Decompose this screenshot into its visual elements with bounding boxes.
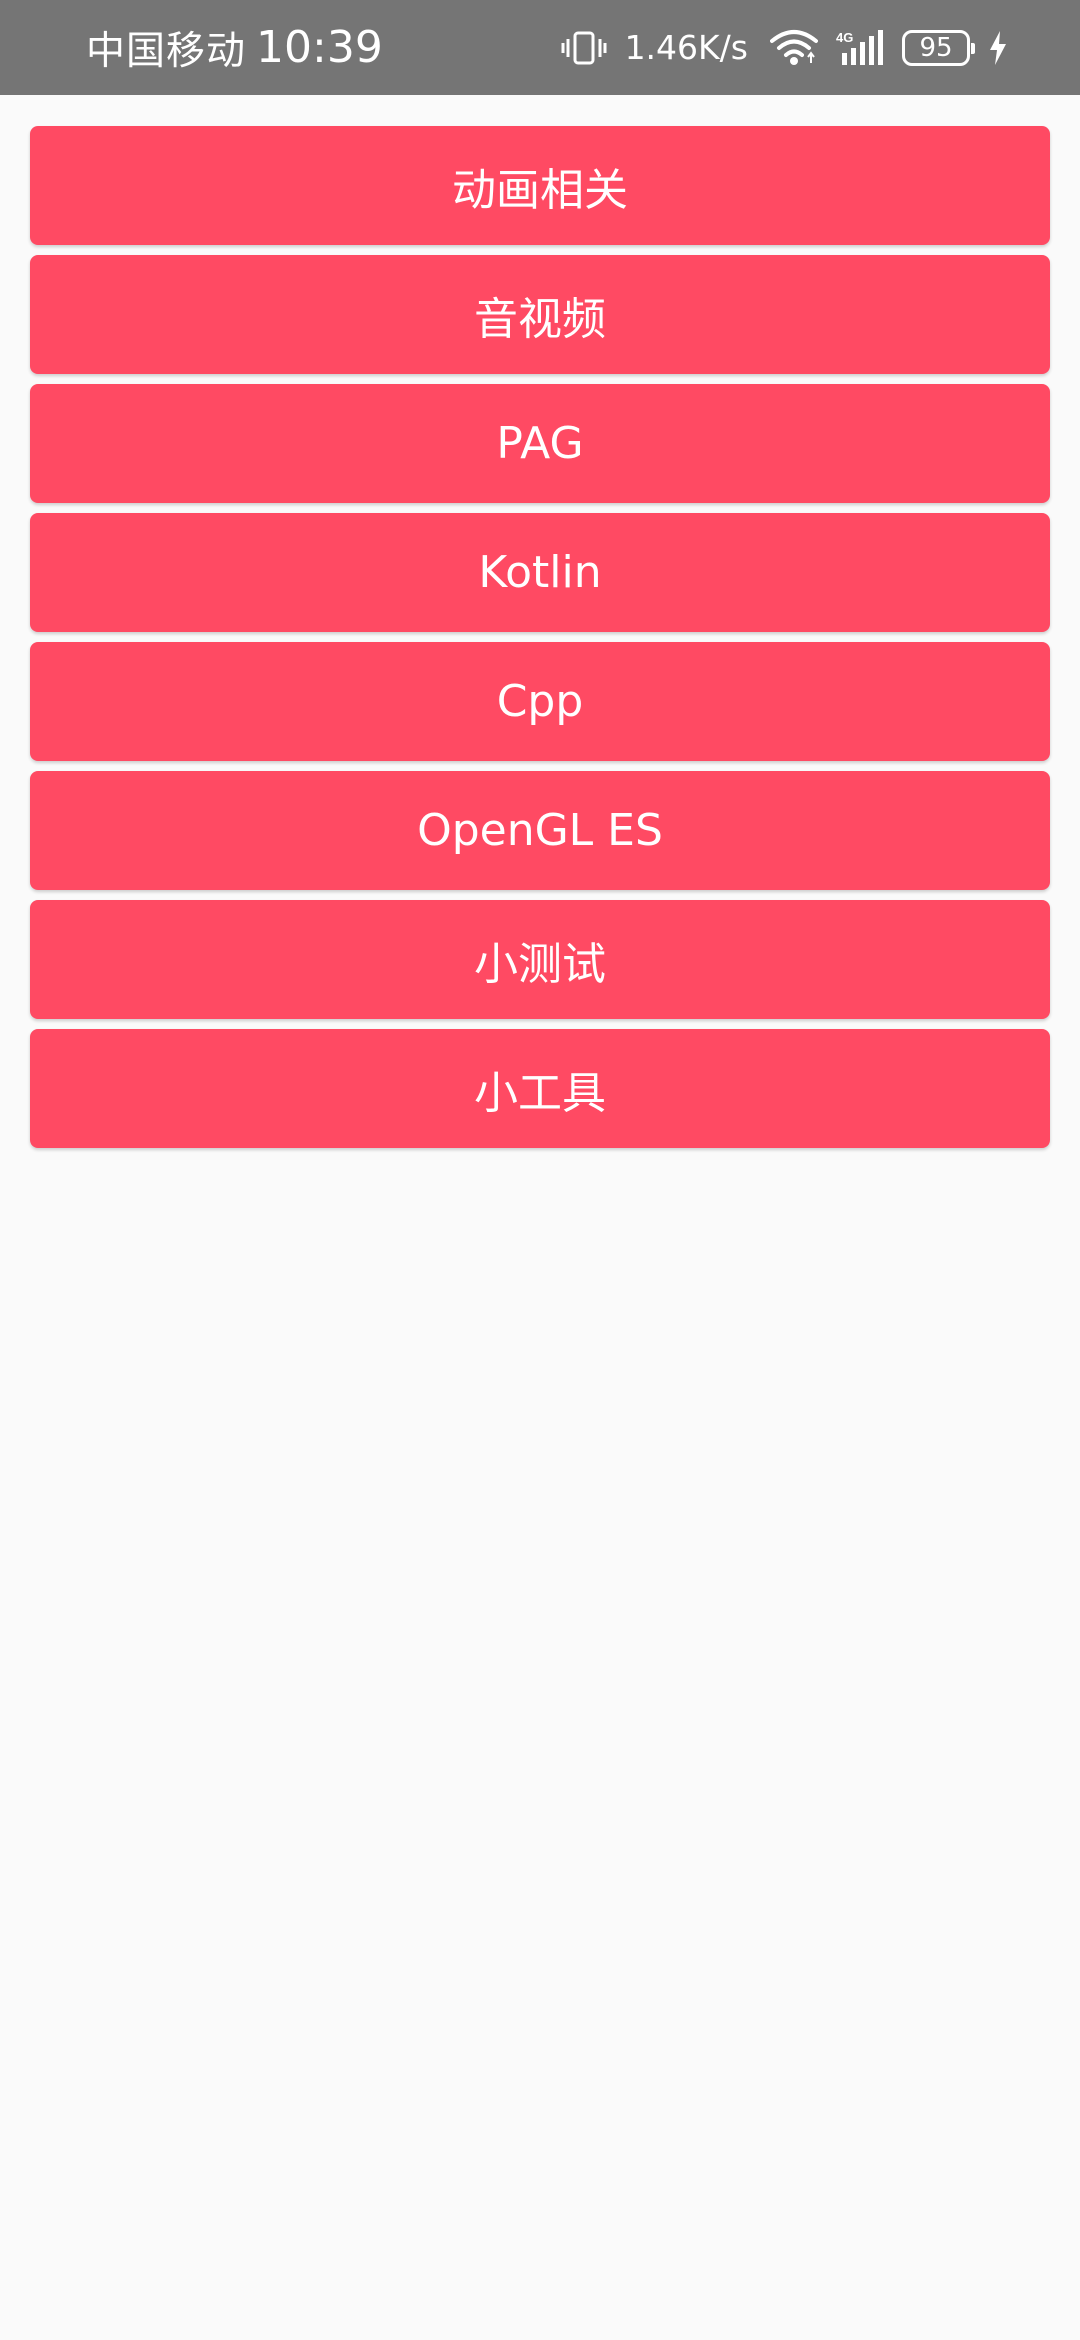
- wifi-icon: [770, 29, 818, 67]
- small-tools-button[interactable]: 小工具: [30, 1029, 1050, 1148]
- kotlin-button[interactable]: Kotlin: [30, 513, 1050, 632]
- status-left: 中国移动 10:39: [86, 0, 383, 95]
- pag-button[interactable]: PAG: [30, 384, 1050, 503]
- cellular-signal-icon: 4G: [836, 29, 884, 67]
- audio-video-button[interactable]: 音视频: [30, 255, 1050, 374]
- battery-level: 95: [919, 32, 953, 63]
- cpp-button[interactable]: Cpp: [30, 642, 1050, 761]
- battery-icon: 95: [902, 29, 975, 66]
- status-bar: 中国移动 10:39 1.46K/s 4G 95: [0, 0, 1080, 95]
- carrier-name: 中国移动: [86, 28, 247, 74]
- main-menu: 动画相关 音视频 PAG Kotlin Cpp OpenGL ES 小测试 小工…: [30, 126, 1050, 1158]
- vibrate-icon: [561, 30, 607, 66]
- opengl-es-button[interactable]: OpenGL ES: [30, 771, 1050, 890]
- small-test-button[interactable]: 小测试: [30, 900, 1050, 1019]
- animation-button[interactable]: 动画相关: [30, 126, 1050, 245]
- network-type-label: 4G: [836, 30, 853, 45]
- network-speed: 1.46K/s: [624, 28, 748, 67]
- charging-icon: [988, 30, 1008, 66]
- status-right: 1.46K/s 4G 95: [561, 0, 1008, 95]
- status-time: 10:39: [256, 22, 383, 73]
